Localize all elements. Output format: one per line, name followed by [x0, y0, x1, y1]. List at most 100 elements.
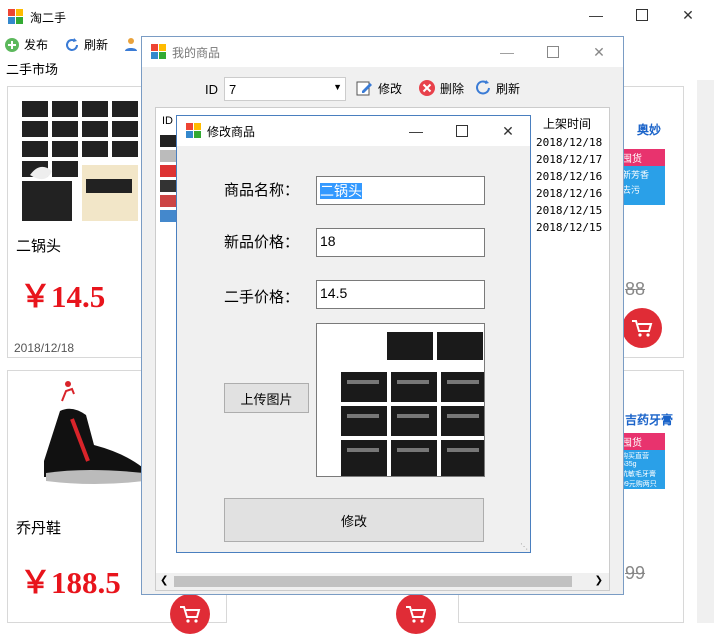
refresh-icon — [66, 37, 78, 51]
product-image — [44, 408, 144, 484]
id-label: ID — [205, 82, 218, 97]
horizontal-scrollbar[interactable]: ❮ ❯ — [156, 573, 609, 590]
close-icon: ✕ — [502, 122, 514, 139]
edit-button[interactable]: 修改 — [356, 79, 402, 97]
edit-maximize-button[interactable] — [439, 116, 485, 146]
user-icon[interactable] — [124, 37, 138, 51]
edit-icon — [356, 81, 372, 96]
main-vertical-scrollbar[interactable] — [697, 80, 714, 623]
preview-image — [317, 324, 484, 476]
close-icon: ✕ — [682, 6, 694, 23]
used-price-field[interactable]: 14.5 — [316, 280, 485, 309]
edit-goods-dialog: 修改商品 — ✕ 商品名称： 二锅头 新品价格： 18 二手价格： 14.5 上… — [176, 115, 531, 553]
main-maximize-button[interactable] — [619, 0, 665, 30]
column-header-date: 上架时间 — [543, 117, 592, 131]
main-refresh-button[interactable]: 刷新 — [64, 36, 108, 53]
scroll-thumb[interactable] — [174, 576, 572, 587]
app-icon — [151, 44, 166, 59]
grid-cell-date: 2018/12/18 — [536, 136, 603, 149]
my-goods-maximize-button[interactable] — [530, 37, 576, 67]
jordan-logo — [61, 381, 75, 402]
scroll-right-icon[interactable]: ❯ — [595, 575, 603, 586]
my-goods-titlebar: 我的商品 — ✕ — [142, 37, 623, 67]
minimize-icon: — — [500, 44, 514, 60]
main-window-title: 淘二手 — [30, 11, 67, 25]
new-price-field[interactable]: 18 — [316, 228, 485, 257]
ad-brand-text: 吉药牙膏 — [625, 413, 674, 427]
product-price: ￥188.5 — [20, 565, 121, 600]
delete-icon — [419, 80, 435, 96]
scroll-left-icon[interactable]: ❮ — [160, 575, 168, 586]
grid-cell-date: 2018/12/16 — [536, 187, 603, 200]
name-field[interactable]: 二锅头 — [316, 176, 485, 205]
submit-edit-button[interactable]: 修改 — [224, 498, 484, 542]
product-image-preview — [316, 323, 485, 477]
name-field-value: 二锅头 — [320, 183, 362, 199]
delete-button[interactable]: 删除 — [418, 79, 464, 97]
delete-label: 删除 — [440, 81, 465, 96]
main-refresh-label: 刷新 — [84, 38, 109, 52]
my-goods-refresh-label: 刷新 — [496, 81, 521, 96]
product-price-partial: 88 — [625, 279, 646, 299]
my-goods-close-button[interactable]: ✕ — [576, 37, 622, 67]
ad-brand-text: 奥妙 — [637, 123, 662, 137]
ad-line: 去污 — [622, 185, 641, 195]
product-name: 二锅头 — [16, 238, 62, 255]
grid-cell-date: 2018/12/15 — [536, 221, 603, 234]
ad-tag: 囤货 — [619, 433, 665, 450]
my-goods-refresh-button[interactable]: 刷新 — [474, 79, 520, 97]
cart-button[interactable] — [396, 594, 436, 634]
grid-cell-date: 2018/12/17 — [536, 153, 603, 166]
app-icon — [186, 123, 201, 138]
maximize-icon — [636, 9, 648, 21]
main-close-button[interactable]: ✕ — [665, 0, 711, 30]
submit-edit-label: 修改 — [340, 513, 367, 529]
edit-title: 修改商品 — [207, 125, 256, 139]
ad-line: 新芳香 — [622, 170, 650, 180]
close-icon: ✕ — [593, 43, 605, 60]
product-price-partial: 99 — [625, 563, 646, 583]
product-date: 2018/12/18 — [14, 341, 75, 355]
ad-line: 购买直营535g — [621, 453, 649, 468]
ad-line: 抗敏毛牙膏 — [621, 471, 656, 478]
cart-icon — [406, 606, 427, 623]
cart-icon — [180, 606, 201, 623]
minimize-icon: — — [589, 7, 603, 23]
name-label: 商品名称： — [224, 182, 300, 199]
publish-label: 发布 — [24, 38, 49, 52]
app-icon — [8, 9, 23, 24]
chevron-down-icon: ▼ — [333, 82, 342, 92]
ad-banner: 囤货 购买直营535g 抗敏毛牙膏 99元购两只 — [619, 433, 665, 489]
section-label: 二手市场 — [6, 62, 59, 77]
main-minimize-button[interactable]: — — [573, 0, 619, 30]
edit-titlebar: 修改商品 — ✕ — [177, 116, 530, 146]
grid-thumbnails — [160, 132, 176, 232]
product-price: ￥14.5 — [20, 279, 106, 314]
plus-circle-icon — [5, 37, 19, 52]
edit-close-button[interactable]: ✕ — [485, 116, 531, 146]
main-titlebar: 淘二手 — ✕ — [0, 0, 714, 32]
maximize-icon — [547, 46, 559, 58]
resize-grip-icon[interactable]: ⋱ — [520, 542, 528, 551]
id-select[interactable]: 7 ▼ — [224, 77, 346, 101]
new-price-label: 新品价格： — [224, 234, 300, 251]
my-goods-title: 我的商品 — [172, 46, 221, 60]
cart-button[interactable] — [622, 308, 662, 348]
edit-minimize-button[interactable]: — — [393, 116, 439, 146]
maximize-icon — [456, 125, 468, 137]
grid-cell-date: 2018/12/16 — [536, 170, 603, 183]
new-price-value: 18 — [320, 233, 336, 249]
publish-button[interactable]: 发布 — [4, 36, 48, 53]
product-name: 乔丹鞋 — [16, 520, 62, 537]
minimize-icon: — — [409, 123, 423, 139]
used-price-label: 二手价格： — [224, 289, 300, 306]
ad-banner: 囤货 新芳香 去污 — [619, 149, 665, 205]
cart-button[interactable] — [170, 594, 210, 634]
cart-icon — [632, 320, 653, 337]
ad-line: 99元购两只 — [621, 481, 657, 488]
upload-image-button[interactable]: 上传图片 — [224, 383, 309, 413]
my-goods-minimize-button[interactable]: — — [484, 37, 530, 67]
refresh-icon — [476, 80, 490, 95]
product-image — [16, 95, 144, 225]
column-header-id: ID — [162, 115, 173, 127]
